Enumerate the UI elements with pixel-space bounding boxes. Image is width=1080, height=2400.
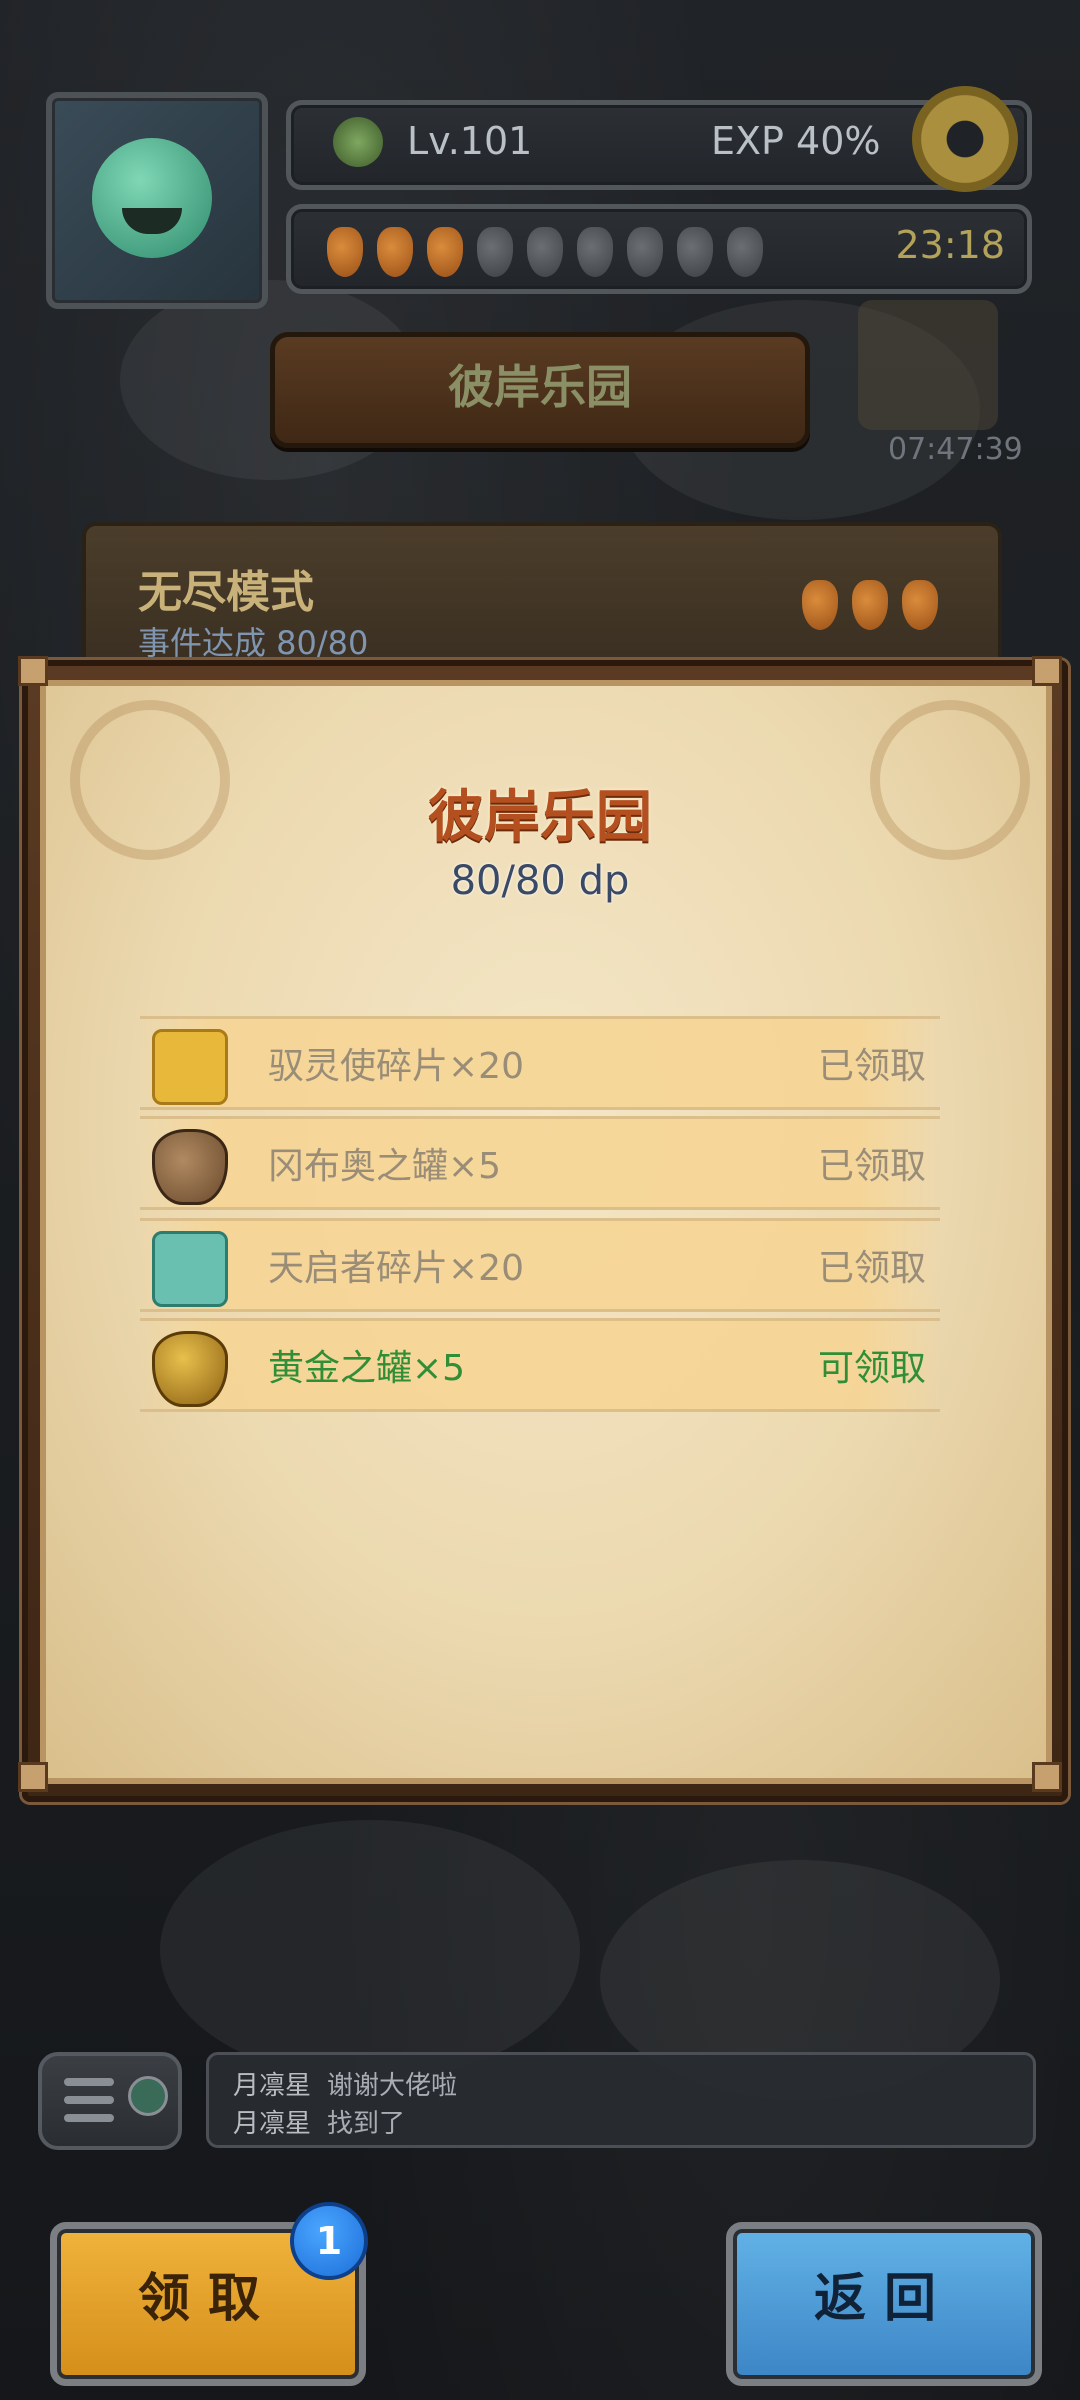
carrot-full-icon [327, 227, 363, 277]
reward-row: 天启者碎片×20 已领取 [140, 1218, 940, 1312]
reward-row: 冈布奥之罐×5 已领取 [140, 1116, 940, 1210]
frame-corner-ornament [18, 1762, 48, 1792]
reward-name: 天启者碎片×20 [268, 1248, 524, 1289]
chat-text: 谢谢大佬啦 [327, 2071, 458, 2101]
chat-menu-button[interactable] [38, 2052, 182, 2150]
exp-label: EXP 40% [711, 119, 881, 163]
reward-status: 已领取 [817, 1146, 926, 1187]
dialog-title: 彼岸乐园 [428, 785, 652, 850]
claim-count-badge: 1 [290, 2202, 368, 2280]
chest-timer: 07:47:39 [888, 432, 1023, 467]
carrot-energy-row [327, 227, 827, 283]
tree-icon [333, 117, 383, 167]
reward-status: 已领取 [817, 1248, 926, 1289]
reward-row: 驭灵使碎片×20 已领取 [140, 1016, 940, 1110]
carrot-empty-icon [577, 227, 613, 277]
endless-mode-panel[interactable]: 无尽模式 事件达成 80/80 [82, 522, 1002, 670]
carrot-full-icon [377, 227, 413, 277]
reward-name: 冈布奥之罐×5 [268, 1146, 502, 1187]
carrot-empty-icon [477, 227, 513, 277]
frame-corner-ornament [1032, 656, 1062, 686]
endless-mode-progress: 事件达成 80/80 [138, 624, 369, 662]
golden-pot-icon [152, 1331, 228, 1407]
chat-sender: 月凛星 [233, 2109, 312, 2139]
area-banner: 彼岸乐园 [270, 332, 810, 448]
settings-gear-icon[interactable] [910, 84, 1020, 194]
reward-status: 已领取 [817, 1046, 926, 1087]
chat-indicator-icon [128, 2076, 168, 2116]
frame-corner-ornament [1032, 1762, 1062, 1792]
clay-pot-icon [152, 1129, 228, 1205]
chat-message: 月凛星 谢谢大佬啦 [233, 2065, 457, 2102]
reward-status-claimable[interactable]: 可领取 [818, 1339, 926, 1391]
endless-mode-title: 无尽模式 [138, 567, 314, 618]
reward-row-claimable[interactable]: 黄金之罐×5 可领取 [140, 1318, 940, 1412]
dialog-dp-progress: 80/80 dp [450, 858, 630, 904]
carrot-empty-icon [677, 227, 713, 277]
carrot-empty-icon [727, 227, 763, 277]
puzzle-piece-gold-icon [152, 1029, 228, 1105]
frame-corner-ornament [18, 656, 48, 686]
gumball-character-icon [92, 138, 212, 258]
reward-name: 黄金之罐×5 [268, 1348, 466, 1389]
chat-sender: 月凛星 [233, 2071, 312, 2101]
chat-text: 找到了 [327, 2109, 406, 2139]
energy-bar: 23:18 [286, 204, 1032, 294]
endless-carrot-reward-icon [792, 580, 972, 640]
carrot-empty-icon [627, 227, 663, 277]
energy-timer: 23:18 [895, 223, 1005, 267]
carrot-empty-icon [527, 227, 563, 277]
map-decoration [160, 1820, 580, 2080]
chat-box[interactable]: 月凛星 谢谢大佬啦 月凛星 找到了 [206, 2052, 1036, 2148]
carrot-full-icon [427, 227, 463, 277]
chat-message: 月凛星 找到了 [233, 2103, 405, 2140]
reward-name: 驭灵使碎片×20 [268, 1046, 524, 1087]
menu-lines-icon [64, 2078, 114, 2086]
puzzle-piece-teal-icon [152, 1231, 228, 1307]
area-banner-title: 彼岸乐园 [448, 360, 632, 414]
treasure-chest-icon[interactable] [858, 300, 998, 430]
level-label: Lv.101 [407, 119, 533, 163]
player-avatar[interactable] [46, 92, 268, 309]
back-button[interactable]: 返回 [726, 2222, 1042, 2386]
